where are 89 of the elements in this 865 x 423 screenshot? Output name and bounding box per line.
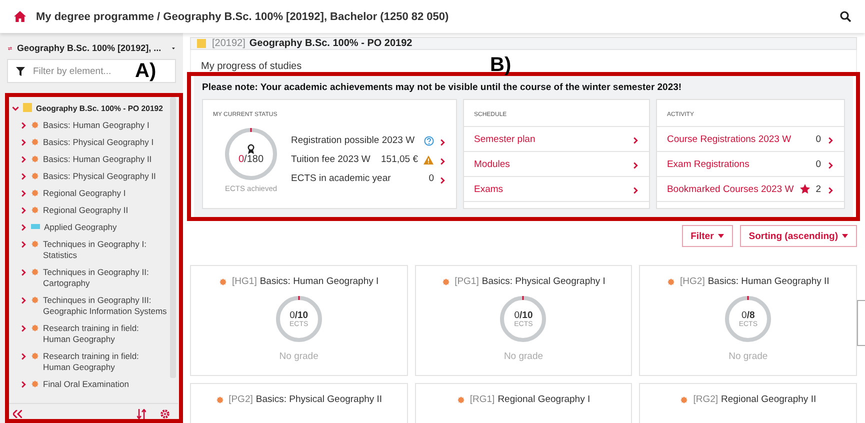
module-title: [PG1] Basics: Physical Geography I	[442, 276, 606, 287]
status-label: Registration possible 2023 W	[291, 135, 416, 146]
chevron-icon	[20, 269, 27, 276]
chevron-icon	[20, 156, 27, 163]
chevron-icon	[439, 138, 446, 146]
progress-ring	[223, 126, 279, 182]
tree-item[interactable]: Regional Geography I	[12, 187, 168, 199]
module-title: [RG1] Regional Geography I	[456, 394, 590, 405]
chevron-icon	[632, 162, 639, 169]
warning-icon	[423, 154, 434, 164]
chevron-icon	[827, 137, 834, 144]
module-title: [PG2] Basics: Physical Geography II	[216, 394, 382, 405]
tree-item[interactable]: Final Oral Examination	[12, 378, 168, 390]
progress-ring	[499, 295, 548, 343]
progress-ring	[724, 295, 772, 343]
chevron-icon	[20, 173, 27, 180]
link-row[interactable]: Semester plan	[464, 127, 649, 152]
help-icon[interactable]	[424, 136, 434, 146]
ects-count: 0/10	[290, 310, 308, 321]
link-row[interactable]: Exams	[464, 177, 649, 202]
tree-item[interactable]: Basics: Human Geography I	[12, 119, 168, 131]
ects-count: 0/8	[742, 310, 755, 321]
ects-count: 0/10	[514, 310, 533, 321]
chevron-icon	[20, 122, 27, 129]
status-label: ECTS in academic year	[291, 173, 392, 184]
caret-icon	[718, 234, 724, 238]
filter-icon	[16, 67, 25, 76]
link-row[interactable]: Bookmarked Courses 2023 W 2	[656, 177, 844, 202]
chevron-icon	[439, 158, 446, 164]
tree-item[interactable]: Basics: Physical Geography I	[12, 136, 168, 148]
status-label: Tuition fee 2023 W	[291, 154, 372, 165]
progress-ring	[274, 295, 323, 343]
annotation-label: B)	[490, 54, 512, 77]
tree-item[interactable]: Regional Geography II	[12, 204, 168, 216]
link-row[interactable]: Course Registrations 2023 W 0	[656, 127, 844, 152]
tree-item[interactable]: Techniques in Geography II: Cartography	[12, 266, 168, 289]
tree-item[interactable]: Basics: Physical Geography II	[12, 170, 168, 182]
swap-icon	[8, 44, 12, 52]
dropdown-button[interactable]: Sorting (ascending)	[740, 225, 857, 247]
grade-text: No grade	[279, 351, 318, 362]
chevron-icon	[439, 176, 446, 184]
ects-count: 0/180	[238, 154, 264, 164]
chevron-icon	[20, 297, 27, 304]
tree-item[interactable]: Basics: Human Geography II	[12, 153, 168, 165]
link-row[interactable]: Modules	[464, 152, 649, 177]
tree-item[interactable]: Applied Geography	[12, 221, 168, 233]
breadcrumb: My degree programme / Geography B.Sc. 100% [20192], Bachelor (1250 82 050)	[36, 10, 450, 22]
programme-header: [20192] Geography B.Sc. 100% - PO 20192	[190, 37, 857, 50]
grade-text: No grade	[728, 351, 768, 362]
star-icon	[800, 184, 810, 194]
chevron-icon	[827, 187, 834, 194]
module-title: [HG1] Basics: Human Geography I	[219, 276, 379, 287]
link-row[interactable]: Exam Registrations 0	[656, 152, 844, 177]
programme-selector[interactable]: Geography B.Sc. 100% [20192], ...	[0, 33, 183, 59]
tree-item[interactable]: Research training in field: Human Geography	[12, 322, 168, 345]
chevron-icon	[632, 137, 639, 144]
status-value: 151,05 €	[381, 154, 418, 165]
module-card[interactable]: [RG1] Regional Geography I	[414, 383, 632, 423]
module-card[interactable]: [RG2] Regional Geography II	[639, 383, 857, 423]
chevron-icon	[20, 241, 27, 248]
home-icon[interactable]	[14, 11, 26, 22]
tree-item[interactable]: Techinques in Geography III: Geographic Information Systems	[12, 294, 168, 317]
annotation-label: A)	[135, 60, 156, 83]
chevron-icon	[20, 224, 27, 231]
notice-text: Please note: Your academic achievements may not be visible until the course of the winter semester 2023!	[202, 82, 683, 93]
collapse-icon[interactable]	[13, 410, 22, 418]
sort-icon[interactable]	[137, 408, 146, 418]
search-icon[interactable]	[840, 11, 851, 22]
caret-icon	[842, 234, 848, 238]
module-title: [HG2] Basics: Human Geography II	[667, 276, 830, 287]
chevron-icon	[12, 105, 19, 112]
chevron-icon	[20, 190, 27, 197]
tree-item[interactable]: Research training in field: Human Geography	[12, 350, 168, 373]
settings-icon[interactable]	[160, 408, 170, 418]
module-card[interactable]: [PG2] Basics: Physical Geography II	[190, 383, 408, 423]
chevron-icon	[632, 187, 639, 194]
dropdown-button[interactable]: Filter	[682, 225, 733, 247]
chevron-icon	[20, 381, 27, 388]
chevron-icon	[20, 139, 27, 146]
status-value: 0	[428, 173, 434, 184]
award-icon	[247, 144, 255, 154]
scrollbar[interactable]	[170, 97, 176, 378]
module-title: [RG2] Regional Geography II	[680, 394, 816, 405]
chevron-icon	[827, 162, 834, 169]
chevron-icon	[20, 325, 27, 332]
chevron-icon	[20, 207, 27, 214]
chevron-icon	[20, 353, 27, 360]
tree-item[interactable]: Techniques in Geography I: Statistics	[12, 238, 168, 261]
grade-text: No grade	[504, 351, 544, 362]
